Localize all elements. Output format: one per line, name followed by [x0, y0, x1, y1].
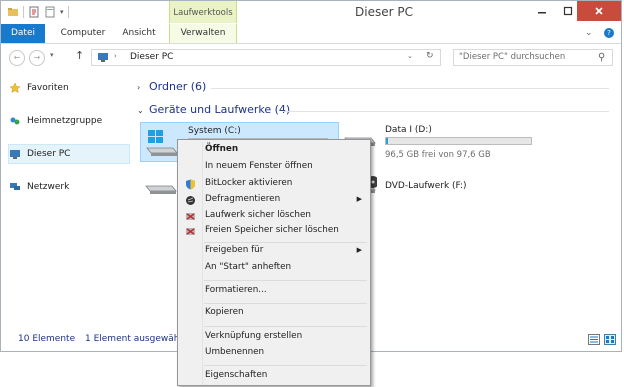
expand-ribbon-icon[interactable]: ⌄: [585, 28, 593, 38]
quick-access-toolbar: ▾: [7, 6, 69, 18]
network-icon: [10, 183, 20, 190]
menu-item-formatieren[interactable]: Formatieren...: [178, 284, 370, 299]
minimize-icon: [538, 12, 546, 14]
menu-item-verknuepfung[interactable]: Verknüpfung erstellen: [178, 330, 370, 345]
address-history-icon[interactable]: ⌄: [407, 52, 413, 60]
eraser-icon: [186, 228, 195, 235]
breadcrumb[interactable]: Dieser PC: [130, 52, 173, 62]
menu-item-oeffnen[interactable]: Öffnen: [178, 143, 370, 158]
eraser-icon: [186, 213, 195, 220]
shield-icon: [186, 179, 195, 190]
sidebar-item-favoriten[interactable]: Favoriten: [9, 79, 129, 97]
sidebar-item-label: Heimnetzgruppe: [27, 116, 103, 126]
close-icon: [595, 7, 603, 15]
menu-separator: [204, 280, 367, 281]
menu-separator: [204, 326, 367, 327]
star-icon: [9, 82, 21, 94]
drive-label: Data I (D:): [385, 125, 432, 135]
recent-locations-icon[interactable]: ▾: [50, 51, 54, 59]
menu-item-speicher-loeschen[interactable]: Freien Speicher sicher löschen: [178, 224, 370, 239]
toolbar-divider: [67, 6, 69, 18]
tab-verwalten[interactable]: Verwalten: [169, 24, 237, 43]
drive-label: DVD-Laufwerk (F:): [385, 181, 467, 191]
sidebar-item-dieser-pc[interactable]: Dieser PC: [8, 144, 130, 164]
computer-icon: [10, 150, 20, 159]
folder-icon: [8, 8, 18, 16]
up-arrow-icon[interactable]: ↑: [75, 49, 84, 62]
drive-tile-f[interactable]: DVD-Laufwerk (F:): [339, 171, 559, 205]
menu-item-bitlocker[interactable]: BitLocker aktivieren: [178, 177, 370, 192]
contextual-tab-group: Laufwerktools: [169, 1, 237, 23]
tab-computer[interactable]: Computer: [53, 24, 113, 43]
toolbar-divider: [23, 6, 24, 18]
menu-separator: [204, 365, 367, 366]
tab-ansicht[interactable]: Ansicht: [113, 24, 165, 43]
back-button[interactable]: ←: [9, 50, 25, 66]
menu-item-neues-fenster[interactable]: In neuem Fenster öffnen: [178, 160, 370, 175]
menu-item-freigeben[interactable]: Freigeben für ▶: [178, 244, 370, 259]
refresh-icon[interactable]: ↻: [426, 51, 434, 61]
menu-item-kopieren[interactable]: Kopieren: [178, 306, 370, 321]
ribbon-tab-bar: Datei Computer Ansicht Verwalten ⌄ ?: [1, 24, 621, 44]
free-space-label: 96,5 GB frei von 97,6 GB: [385, 150, 491, 160]
drive-tile-d[interactable]: Data I (D:) 96,5 GB frei von 97,6 GB: [339, 122, 559, 162]
group-divider: [283, 111, 609, 112]
window-title: Dieser PC: [355, 5, 413, 19]
large-icons-view-icon[interactable]: [604, 334, 616, 345]
selection-count: 1 Element ausgewählt: [85, 334, 186, 344]
context-menu: Öffnen In neuem Fenster öffnen BitLocker…: [177, 139, 371, 386]
menu-item-eigenschaften[interactable]: Eigenschaften: [178, 369, 370, 384]
capacity-bar: [385, 137, 532, 145]
item-count: 10 Elemente: [18, 334, 76, 344]
minimize-button[interactable]: [529, 1, 555, 21]
navigation-bar: ← → ▾ ↑ › Dieser PC ⌄ ↻ "Dieser PC" durc…: [1, 45, 621, 71]
hard-drive-icon: [145, 185, 177, 194]
properties-icon[interactable]: [28, 6, 40, 18]
sidebar-item-label: Favoriten: [27, 83, 69, 93]
chevron-down-icon[interactable]: ⌄: [137, 106, 144, 115]
sidebar-item-netzwerk[interactable]: Netzwerk: [9, 178, 129, 196]
group-divider: [211, 88, 609, 89]
menu-item-defragmentieren[interactable]: Defragmentieren ▶: [178, 193, 370, 208]
breadcrumb-separator-icon[interactable]: ›: [114, 52, 117, 60]
maximize-icon: [563, 6, 573, 16]
address-bar[interactable]: › Dieser PC ⌄ ↻: [91, 49, 441, 66]
group-header-ordner[interactable]: Ordner (6): [149, 80, 206, 93]
new-folder-icon[interactable]: [44, 6, 56, 18]
details-view-icon[interactable]: [588, 334, 600, 345]
sidebar-item-label: Dieser PC: [27, 149, 71, 159]
drive-label: System (C:): [188, 126, 241, 136]
menu-separator: [204, 303, 367, 304]
computer-icon: [98, 53, 108, 62]
menu-item-umbenennen[interactable]: Umbenennen: [178, 346, 370, 361]
forward-button[interactable]: →: [29, 50, 45, 66]
search-icon[interactable]: ⚲: [598, 52, 605, 63]
sidebar-item-label: Netzwerk: [27, 182, 70, 192]
chevron-right-icon[interactable]: ›: [137, 83, 140, 92]
tab-datei[interactable]: Datei: [1, 24, 45, 43]
sidebar-item-heimnetzgruppe[interactable]: Heimnetzgruppe: [9, 112, 129, 130]
menu-item-anheften[interactable]: An "Start" anheften: [178, 261, 370, 276]
menu-item-laufwerk-loeschen[interactable]: Laufwerk sicher löschen: [178, 209, 370, 224]
menu-separator: [204, 242, 367, 243]
drive-tile-hidden[interactable]: [140, 176, 180, 206]
close-button[interactable]: [577, 1, 621, 21]
windows-drive-icon: [146, 130, 178, 156]
homegroup-icon: [10, 117, 20, 125]
title-bar: ▾ Laufwerktools Dieser PC: [1, 1, 621, 24]
search-input[interactable]: "Dieser PC" durchsuchen: [453, 49, 613, 66]
defrag-icon: [186, 196, 195, 205]
group-header-geraete[interactable]: Geräte und Laufwerke (4): [149, 103, 290, 116]
chevron-down-icon[interactable]: ▾: [60, 8, 64, 16]
help-icon[interactable]: ?: [604, 28, 614, 38]
submenu-arrow-icon: ▶: [356, 246, 362, 254]
navigation-pane: Favoriten Heimnetzgruppe Dieser PC Netzw…: [1, 73, 131, 328]
submenu-arrow-icon: ▶: [356, 195, 362, 203]
